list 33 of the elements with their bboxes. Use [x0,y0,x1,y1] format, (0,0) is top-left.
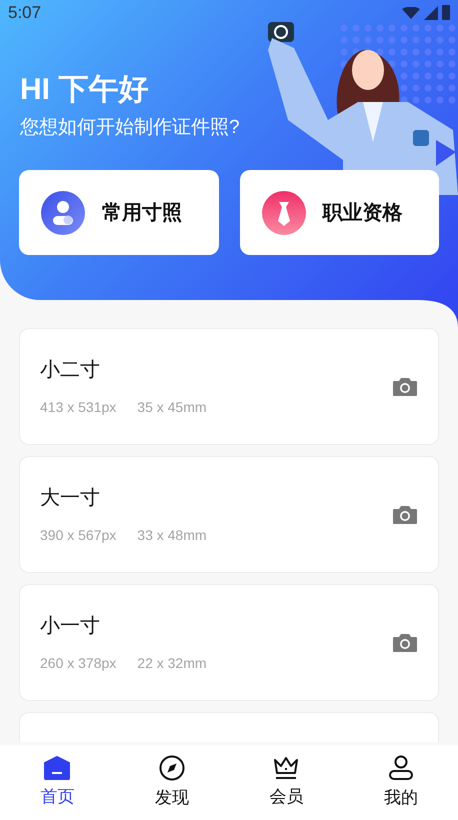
nav-tab[interactable]: 首页 [0,745,114,820]
person-icon [41,190,85,234]
mm-size: 35 x 45mm [137,398,207,417]
size-name: 小二寸 [40,358,101,383]
greeting-title: HI 下午好 [20,72,150,108]
size-card[interactable]: 小二寸 413 x 531px 35 x 45mm [19,328,439,445]
nav-tab[interactable]: 发现 [114,745,229,820]
battery-icon [442,5,450,20]
nav-tab[interactable]: 会员 [229,745,344,820]
mm-size: 33 x 48mm [137,526,207,545]
pixel-size: 413 x 531px [40,398,116,417]
necktie-icon [262,190,306,234]
size-name: 大一寸 [40,486,101,511]
camera-icon[interactable] [392,504,418,524]
size-name: 小一寸 [40,614,101,639]
home-icon [44,756,70,780]
signal-icon [424,6,438,20]
shortcut-card[interactable]: 常用寸照 [19,170,218,255]
user-icon [388,754,414,781]
wifi-icon [402,6,420,19]
shortcut-card[interactable]: 职业资格 [240,170,439,255]
nav-tab[interactable]: 我的 [344,745,458,820]
status-time: 5:07 [8,2,42,24]
mm-size: 22 x 32mm [137,654,207,673]
pixel-size: 390 x 567px [40,526,116,545]
camera-icon[interactable] [392,632,418,652]
pixel-size: 260 x 378px [40,654,116,673]
size-card[interactable]: 小一寸 260 x 378px 22 x 32mm [19,584,439,701]
greeting-subtitle: 您想如何开始制作证件照? [20,116,241,140]
compass-icon [158,754,185,781]
crown-icon [273,756,300,780]
camera-icon[interactable] [392,376,418,396]
size-card[interactable]: 大一寸 390 x 567px 33 x 48mm [19,456,439,573]
